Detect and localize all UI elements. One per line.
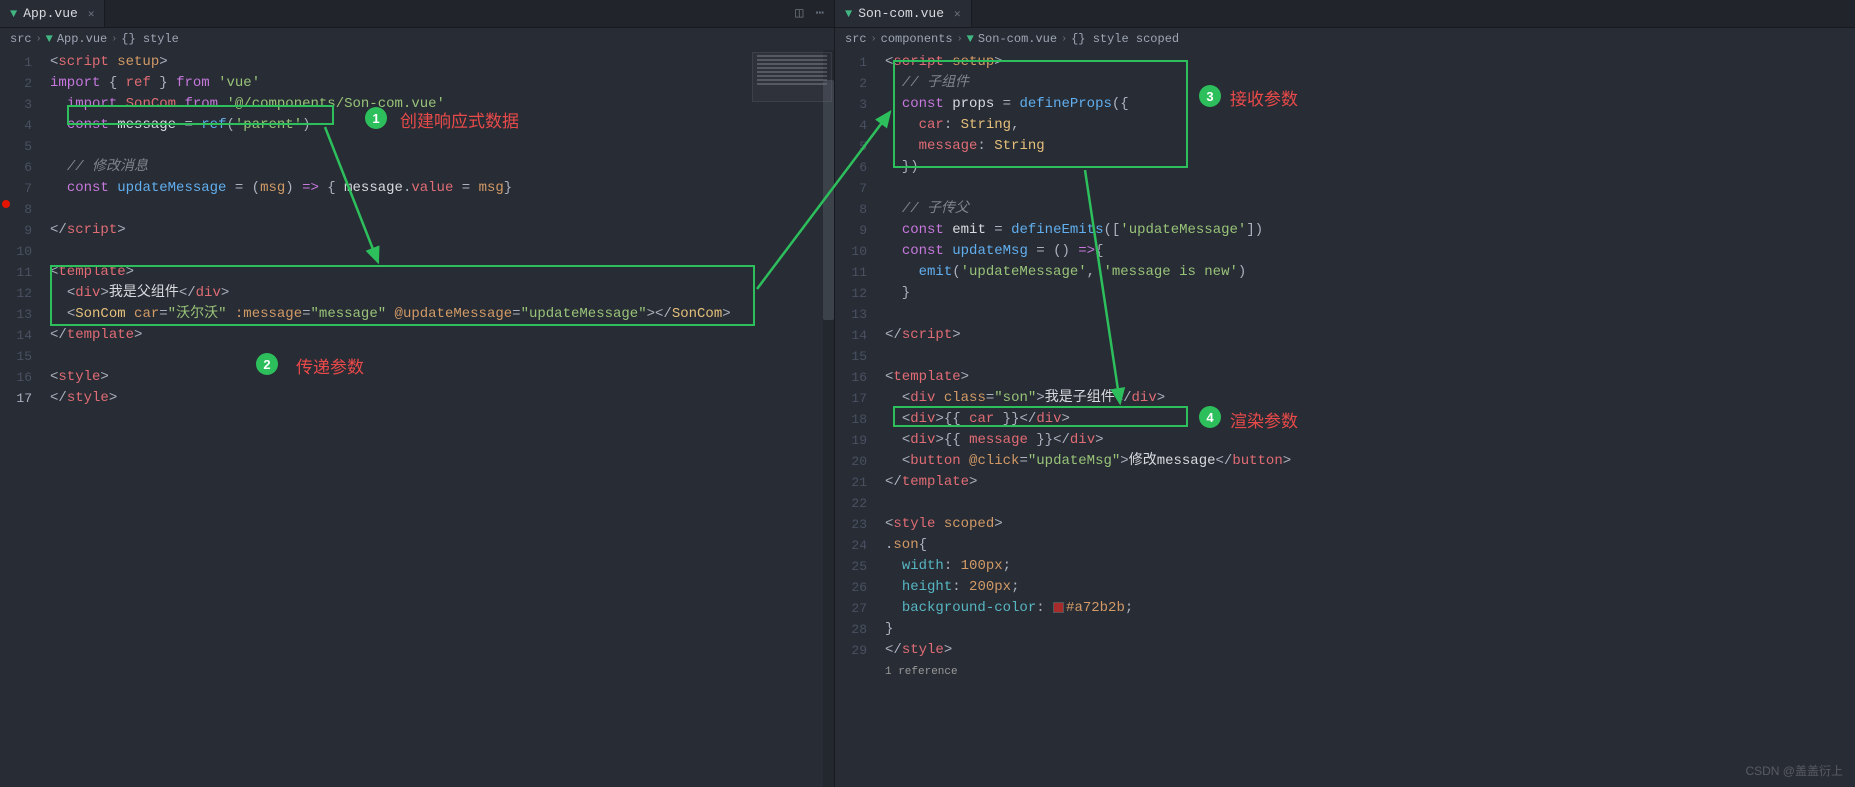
annotation-4: 渲染参数 [1230, 407, 1298, 432]
breadcrumb-part[interactable]: src [845, 32, 867, 46]
code-right[interactable]: <script setup> // 子组件 const props = defi… [885, 50, 1855, 787]
tab-label: App.vue [23, 6, 78, 21]
vue-icon: ▼ [967, 32, 974, 46]
gutter-left: 1234567891011121314151617 [0, 50, 50, 787]
badge-3: 3 [1199, 85, 1221, 107]
tabs-right: ▼ Son-com.vue ✕ [835, 0, 1855, 28]
breadcrumb-part[interactable]: App.vue [57, 32, 107, 46]
chevron-right-icon: › [1061, 34, 1067, 45]
chevron-right-icon: › [111, 34, 117, 45]
split-icon[interactable]: ◫ [795, 5, 803, 22]
badge-2: 2 [256, 353, 278, 375]
vue-icon: ▼ [10, 7, 17, 21]
gutter-right: 1234567891011121314151617181920212223242… [835, 50, 885, 787]
breadcrumb-left[interactable]: src › ▼ App.vue › {} style [0, 28, 834, 50]
vue-icon: ▼ [845, 7, 852, 21]
annotation-3: 接收参数 [1230, 85, 1298, 110]
breadcrumb-part[interactable]: Son-com.vue [978, 32, 1057, 46]
chevron-right-icon: › [871, 34, 877, 45]
vue-icon: ▼ [46, 32, 53, 46]
tab-label: Son-com.vue [858, 6, 944, 21]
editor-right[interactable]: 1234567891011121314151617181920212223242… [835, 50, 1855, 787]
tab-son-com-vue[interactable]: ▼ Son-com.vue ✕ [835, 0, 972, 27]
tab-app-vue[interactable]: ▼ App.vue ✕ [0, 0, 105, 27]
badge-1: 1 [365, 107, 387, 129]
chevron-right-icon: › [36, 34, 42, 45]
chevron-right-icon: › [957, 34, 963, 45]
annotation-2: 传递参数 [296, 353, 364, 378]
breakpoint-icon[interactable] [2, 200, 10, 208]
tabs-left: ▼ App.vue ✕ ◫ ⋯ [0, 0, 834, 28]
more-icon[interactable]: ⋯ [816, 5, 824, 22]
close-icon[interactable]: ✕ [954, 7, 961, 21]
scrollbar-v[interactable] [823, 50, 834, 787]
breadcrumb-part[interactable]: components [881, 32, 953, 46]
editor-pane-right: ▼ Son-com.vue ✕ src › components › ▼ Son… [835, 0, 1855, 787]
badge-4: 4 [1199, 406, 1221, 428]
breadcrumb-part[interactable]: {} style scoped [1071, 32, 1179, 46]
editor-left[interactable]: 1234567891011121314151617 <script setup>… [0, 50, 834, 787]
watermark: CSDN @盖盖衍上 [1745, 762, 1843, 779]
close-icon[interactable]: ✕ [88, 7, 95, 21]
scroll-thumb[interactable] [823, 80, 834, 320]
minimap[interactable] [752, 52, 832, 102]
code-left[interactable]: <script setup>import { ref } from 'vue' … [50, 50, 834, 787]
annotation-1: 创建响应式数据 [400, 107, 519, 132]
breadcrumb-right[interactable]: src › components › ▼ Son-com.vue › {} st… [835, 28, 1855, 50]
breadcrumb-part[interactable]: {} style [121, 32, 179, 46]
breadcrumb-part[interactable]: src [10, 32, 32, 46]
